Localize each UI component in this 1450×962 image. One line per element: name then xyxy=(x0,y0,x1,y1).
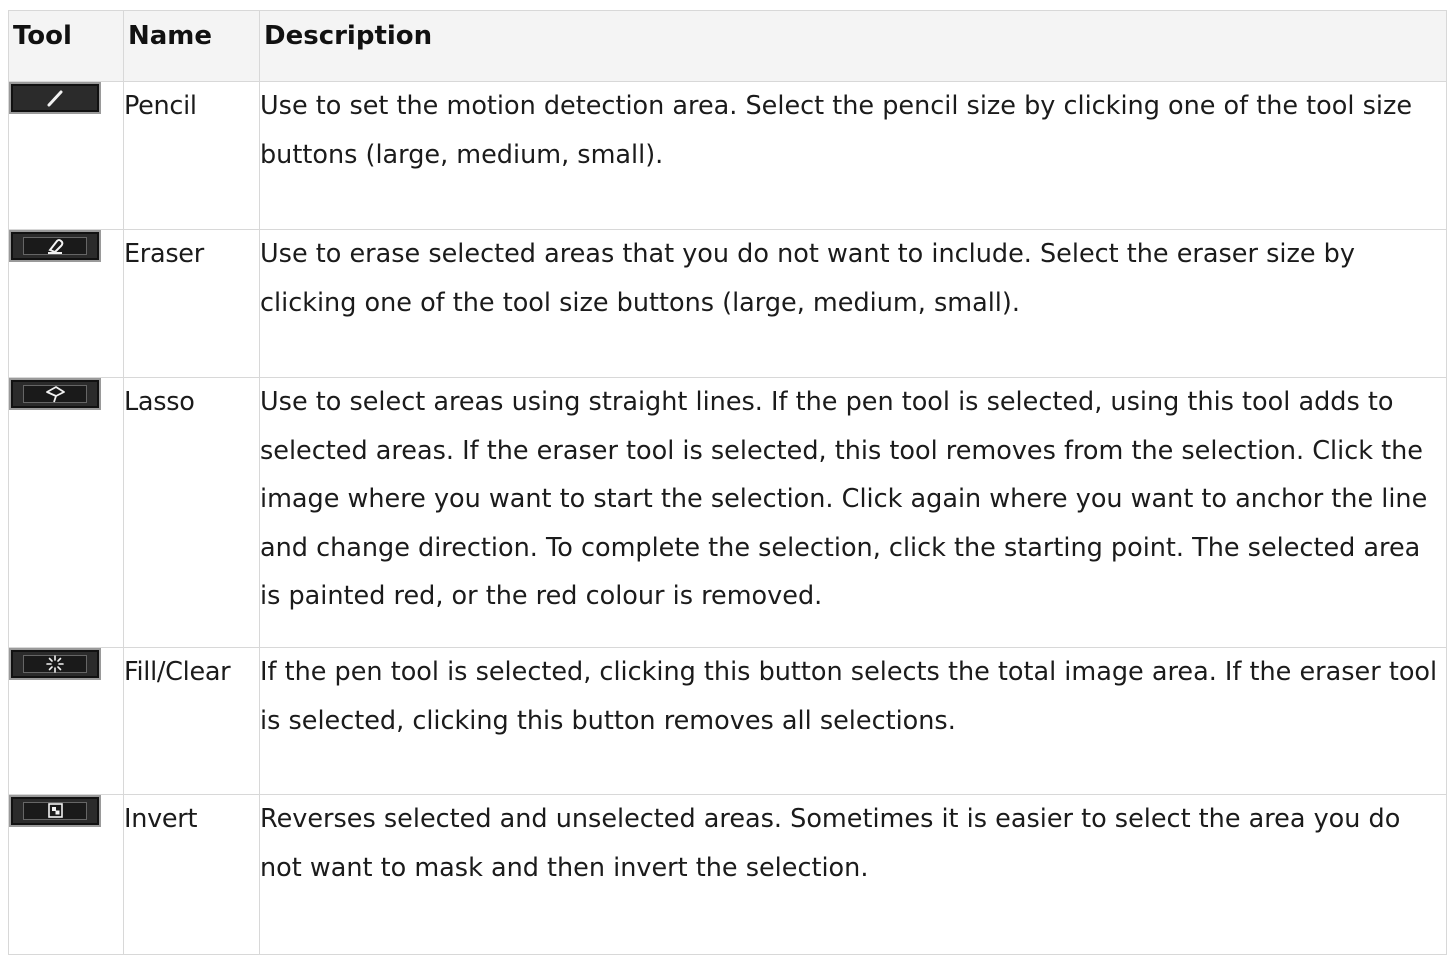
tool-name: Fill/Clear xyxy=(123,647,260,795)
tool-description: Use to erase selected areas that you do … xyxy=(259,229,1447,378)
tool-cell xyxy=(8,81,124,230)
header-name: Name xyxy=(123,10,260,82)
table-header-row: Tool Name Description xyxy=(8,10,1447,82)
tool-cell xyxy=(8,377,124,648)
pencil-icon xyxy=(11,84,99,112)
eraser-icon xyxy=(11,232,99,260)
tool-cell xyxy=(8,647,124,795)
table-row: Fill/Clear If the pen tool is selected, … xyxy=(8,647,1447,795)
table-row: Pencil Use to set the motion detection a… xyxy=(8,81,1447,230)
cut-off-heading xyxy=(0,0,280,10)
tool-name: Pencil xyxy=(123,81,260,230)
tool-description: If the pen tool is selected, clicking th… xyxy=(259,647,1447,795)
tool-name: Eraser xyxy=(123,229,260,378)
tool-cell xyxy=(8,794,124,955)
header-tool: Tool xyxy=(8,10,124,82)
table-row: Lasso Use to select areas using straight… xyxy=(8,377,1447,648)
tool-name: Lasso xyxy=(123,377,260,648)
eraser-tool-button[interactable] xyxy=(9,230,101,262)
invert-icon xyxy=(11,797,99,825)
fill-clear-tool-button[interactable] xyxy=(9,648,101,680)
lasso-tool-button[interactable] xyxy=(9,378,101,410)
lasso-icon xyxy=(11,380,99,408)
tool-description: Use to set the motion detection area. Se… xyxy=(259,81,1447,230)
fill-clear-icon xyxy=(11,650,99,678)
invert-tool-button[interactable] xyxy=(9,795,101,827)
tools-table: Tool Name Description Pencil Use to set … xyxy=(8,10,1447,955)
table-row: Eraser Use to erase selected areas that … xyxy=(8,229,1447,378)
tool-cell xyxy=(8,229,124,378)
table-row: Invert Reverses selected and unselected … xyxy=(8,794,1447,955)
tool-description: Use to select areas using straight lines… xyxy=(259,377,1447,648)
tool-name: Invert xyxy=(123,794,260,955)
pencil-tool-button[interactable] xyxy=(9,82,101,114)
tool-description: Reverses selected and unselected areas. … xyxy=(259,794,1447,955)
header-description: Description xyxy=(259,10,1447,82)
